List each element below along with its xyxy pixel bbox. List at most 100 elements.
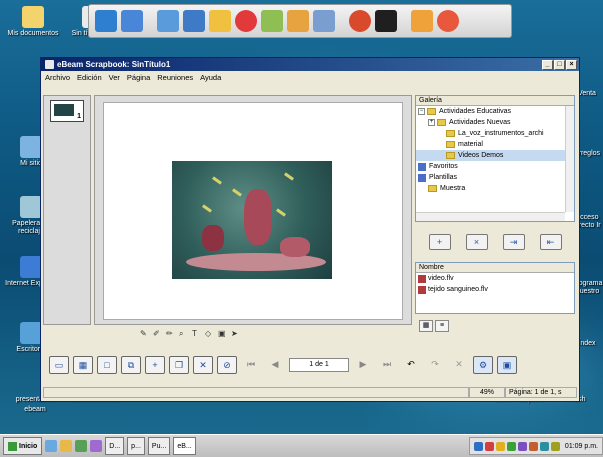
maximize-button[interactable]: □ [554, 59, 565, 70]
clock[interactable]: 01:09 p.m. [565, 443, 598, 450]
pen-tool-icon[interactable] [95, 10, 117, 32]
capture-icon[interactable] [313, 10, 335, 32]
window-icon[interactable] [157, 10, 179, 32]
page-thumbnail[interactable]: 1 [50, 100, 84, 122]
window-mode-button[interactable]: ⧉ [121, 356, 141, 374]
desktop-icon-ebeam[interactable]: ebeam [4, 406, 66, 414]
tool-icon[interactable] [121, 10, 143, 32]
gallery-horizontal-scrollbar[interactable] [416, 212, 565, 221]
new-page-button[interactable]: + [145, 356, 165, 374]
quicklaunch-media-icon[interactable] [90, 440, 103, 452]
quicklaunch-desktop-icon[interactable] [75, 440, 88, 452]
list-item[interactable]: video.flv [416, 273, 574, 284]
menu-ver[interactable]: Ver [109, 73, 120, 82]
task-button-presentation[interactable]: p... [127, 437, 145, 455]
gallery-header: Galería [416, 96, 574, 106]
pointer-icon[interactable]: ➤ [231, 330, 239, 338]
list-item[interactable]: tejido sanguineo.flv [416, 284, 574, 295]
gallery-icon[interactable] [261, 10, 283, 32]
status-bar: 49% Página: 1 de 1, s [43, 386, 577, 398]
image-icon[interactable]: ▣ [218, 330, 226, 338]
single-page-view-button[interactable]: ▭ [49, 356, 69, 374]
tree-item-material[interactable]: material [416, 139, 574, 150]
folder-icon[interactable] [287, 10, 309, 32]
screen-capture-icon[interactable]: ▣ [497, 356, 517, 374]
video-frame-image[interactable] [172, 161, 332, 279]
display-icon[interactable] [375, 10, 397, 32]
pen-icon[interactable]: ✎ [140, 330, 148, 338]
redo-icon[interactable]: ↷ [425, 356, 445, 374]
full-page-button[interactable]: □ [97, 356, 117, 374]
tray-icon[interactable] [528, 441, 538, 451]
scrapbook-window: eBeam Scrapbook: SinTítulo1 _ □ × Archiv… [40, 57, 580, 402]
tree-item-la-voz[interactable]: La_voz_instrumentos_archi [416, 128, 574, 139]
bottom-toolbar: ▭ ▦ □ ⧉ + ❐ ✕ ⊘ ⏮ ◀ 1 de 1 ▶ ⏭ ↶ ↷ ✕ ⚙ ▣ [43, 352, 577, 378]
list-view-icon[interactable]: ≡ [435, 320, 449, 332]
start-button[interactable]: Inicio [3, 437, 43, 455]
tray-icon[interactable] [517, 441, 527, 451]
screen-icon[interactable] [183, 10, 205, 32]
previous-page-button[interactable]: ◀ [265, 356, 285, 374]
expand-icon[interactable]: + [428, 119, 435, 126]
delete-page-button[interactable]: ✕ [193, 356, 213, 374]
scrapbook-page[interactable] [103, 102, 403, 320]
clear-page-button[interactable]: ⊘ [217, 356, 237, 374]
menu-reuniones[interactable]: Reuniones [157, 73, 193, 82]
power-icon[interactable] [349, 10, 371, 32]
gallery-panel: Galería − Actividades Educativas + Activ… [415, 95, 575, 222]
tray-icon[interactable] [506, 441, 516, 451]
tree-item-muestra[interactable]: Muestra [416, 183, 574, 194]
tools-icon[interactable] [411, 10, 433, 32]
next-page-button[interactable]: ▶ [353, 356, 373, 374]
tree-item-favoritos[interactable]: Favoritos [416, 161, 574, 172]
task-button-ebeam[interactable]: eB... [173, 437, 196, 455]
gallery-vertical-scrollbar[interactable] [565, 106, 574, 212]
last-page-button[interactable]: ⏭ [377, 356, 397, 374]
close-icon[interactable] [437, 10, 459, 32]
import-button[interactable]: ⇥ [502, 234, 525, 250]
undo-icon[interactable]: ↶ [401, 356, 421, 374]
column-name[interactable]: Nombre [416, 263, 574, 273]
record-icon[interactable] [235, 10, 257, 32]
duplicate-page-button[interactable]: ❐ [169, 356, 189, 374]
grid-view-button[interactable]: ▦ [73, 356, 93, 374]
shape-icon[interactable]: ◇ [205, 330, 213, 338]
delete-item-button[interactable]: × [465, 234, 488, 250]
collapse-icon[interactable]: − [418, 108, 425, 115]
tray-icon[interactable] [539, 441, 549, 451]
magnifier-icon[interactable]: ⌕ [179, 330, 187, 338]
highlighter-icon[interactable] [209, 10, 231, 32]
menu-edicion[interactable]: Edición [77, 73, 102, 82]
quicklaunch-folder-icon[interactable] [60, 440, 73, 452]
tree-item-videos-demos[interactable]: Videos Demos [416, 150, 574, 161]
thumbnail-view-icon[interactable]: ▦ [419, 320, 433, 332]
tray-icon[interactable] [473, 441, 483, 451]
tray-icon[interactable] [495, 441, 505, 451]
erase-icon[interactable]: ✕ [449, 356, 469, 374]
text-tool-icon[interactable]: T [192, 330, 200, 338]
window-controls: _ □ × [542, 59, 577, 70]
tree-item-plantillas[interactable]: Plantillas [416, 172, 574, 183]
task-button-documents[interactable]: D... [105, 437, 125, 455]
close-button[interactable]: × [566, 59, 577, 70]
menu-ayuda[interactable]: Ayuda [200, 73, 221, 82]
menu-archivo[interactable]: Archivo [45, 73, 70, 82]
task-button-publisher[interactable]: Pu... [147, 437, 171, 455]
marker-icon[interactable]: ✐ [153, 330, 161, 338]
highlighter-icon[interactable]: ✏ [166, 330, 174, 338]
add-item-button[interactable]: + [428, 234, 451, 250]
minimize-button[interactable]: _ [542, 59, 553, 70]
tray-icon[interactable] [484, 441, 494, 451]
status-main [43, 386, 469, 398]
quicklaunch-ie-icon[interactable] [45, 440, 58, 452]
export-button[interactable]: ⇤ [539, 234, 562, 250]
desktop-icon-my-documents[interactable]: Mis documentos [2, 6, 64, 38]
tools-icon[interactable]: ⚙ [473, 356, 493, 374]
tree-item-actividades-nuevas[interactable]: + Actividades Nuevas [416, 117, 574, 128]
title-bar[interactable]: eBeam Scrapbook: SinTítulo1 _ □ × [41, 58, 579, 71]
menu-pagina[interactable]: Página [127, 73, 150, 82]
tray-icon[interactable] [550, 441, 560, 451]
tree-item-actividades-educativas[interactable]: − Actividades Educativas [416, 106, 574, 117]
first-page-button[interactable]: ⏮ [241, 356, 261, 374]
menu-bar: Archivo Edición Ver Página Reuniones Ayu… [41, 71, 579, 83]
